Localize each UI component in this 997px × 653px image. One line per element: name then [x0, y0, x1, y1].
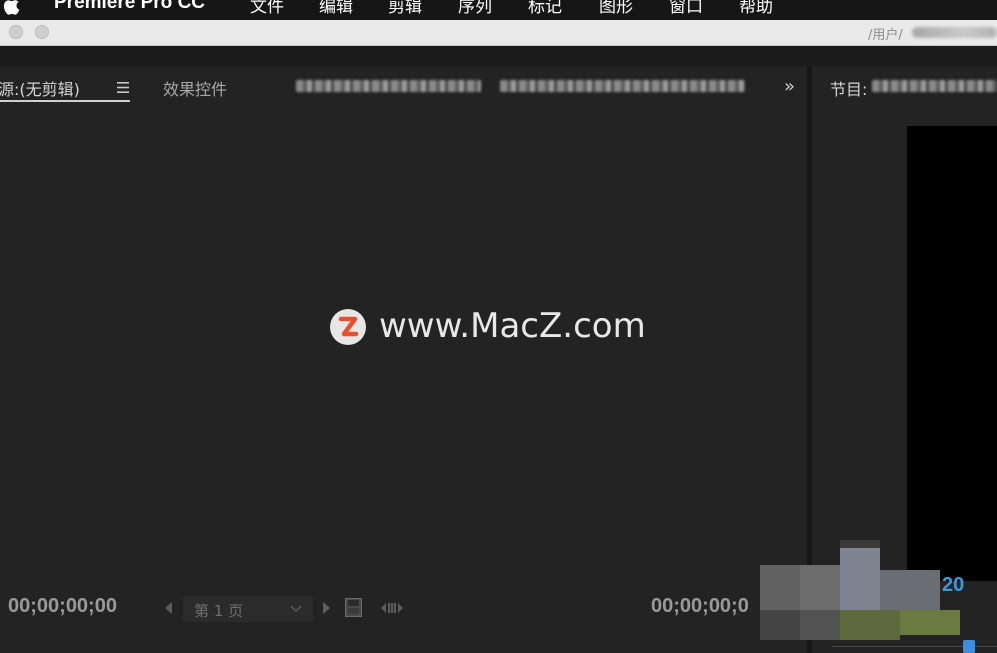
watermark-logo — [330, 309, 366, 345]
chevron-down-icon — [290, 605, 302, 613]
page-select[interactable]: 第 1 页 — [183, 596, 313, 622]
blurred-path-text — [912, 27, 997, 38]
z-logo-icon — [338, 316, 359, 337]
source-timecode-out[interactable]: 00;00;00;0 — [651, 595, 749, 618]
tab-overflow-icon[interactable]: » — [784, 76, 795, 97]
menu-edit[interactable]: 编辑 — [319, 0, 353, 17]
source-timecode-in[interactable]: 00;00;00;00 — [8, 595, 117, 618]
active-tab-indicator — [0, 100, 130, 102]
blurred-tab-metadata[interactable] — [500, 80, 745, 92]
menu-help[interactable]: 帮助 — [739, 0, 773, 17]
drag-video-audio-icon[interactable] — [381, 602, 403, 614]
blurred-tab-audio-mixer[interactable] — [296, 80, 481, 92]
window-minimize-button[interactable] — [35, 25, 49, 39]
tab-program[interactable]: 节目: — [830, 76, 867, 100]
project-path-label: /用户/ — [868, 28, 903, 43]
watermark-text: www.MacZ.com — [379, 306, 646, 346]
menu-graphics[interactable]: 图形 — [599, 0, 633, 17]
panel-menu-icon[interactable] — [117, 82, 129, 93]
blurred-sequence-name — [872, 80, 997, 92]
menu-sequence[interactable]: 序列 — [458, 0, 492, 17]
menu-clip[interactable]: 剪辑 — [388, 0, 422, 17]
source-monitor-panel: 源:(无剪辑) 效果控件 » 00;00;00;00 第 1 页 00;00;0… — [0, 66, 807, 653]
app-menu-name[interactable]: Premiere Pro CC — [54, 0, 205, 14]
page-select-value: 第 1 页 — [194, 602, 244, 620]
next-page-icon[interactable] — [321, 601, 331, 615]
menu-window[interactable]: 窗口 — [669, 0, 703, 17]
previous-page-icon[interactable] — [164, 601, 174, 615]
tab-source[interactable]: 源:(无剪辑) — [0, 76, 80, 100]
panel-gutter — [0, 46, 997, 66]
tab-effect-controls[interactable]: 效果控件 — [163, 76, 227, 100]
redacted-region — [740, 540, 997, 653]
menu-bar: Premiere Pro CC 文件 编辑 剪辑 序列 标记 图形 窗口 帮助 — [0, 0, 997, 20]
menu-file[interactable]: 文件 — [250, 0, 284, 17]
menu-markers[interactable]: 标记 — [528, 0, 562, 17]
window-close-button[interactable] — [9, 25, 23, 39]
clip-mode-icon[interactable] — [345, 598, 362, 617]
window-title-bar: /用户/ — [0, 20, 997, 46]
program-video-frame — [907, 126, 997, 581]
apple-logo-icon[interactable] — [2, 0, 22, 16]
